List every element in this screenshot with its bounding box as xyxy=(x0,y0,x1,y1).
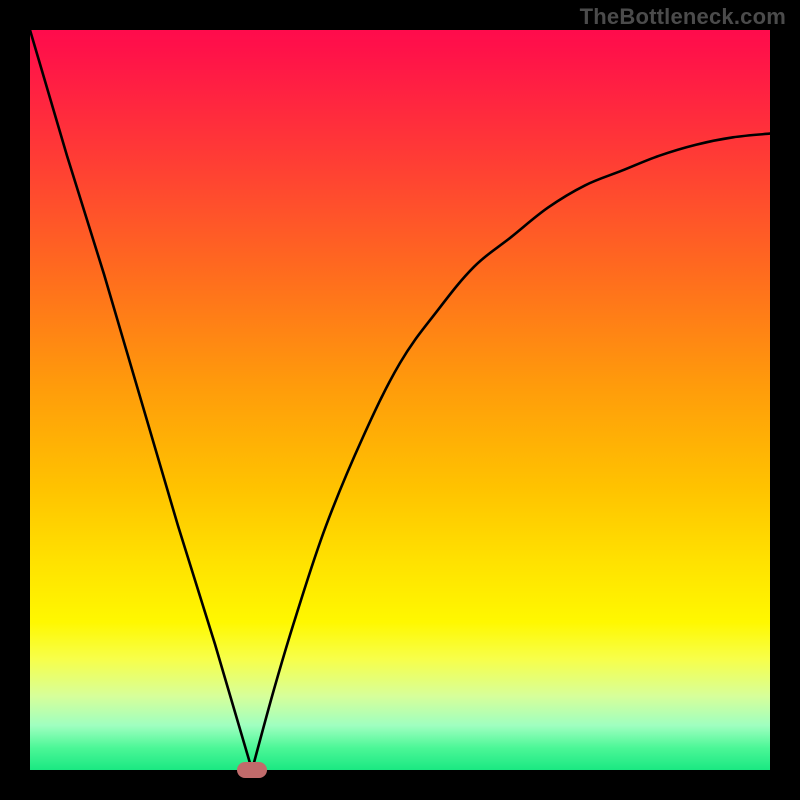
curve-left-branch xyxy=(30,30,252,770)
chart-frame: TheBottleneck.com xyxy=(0,0,800,800)
attribution-label: TheBottleneck.com xyxy=(580,4,786,30)
curve-layer xyxy=(30,30,770,770)
curve-right-branch xyxy=(252,134,770,770)
plot-area xyxy=(30,30,770,770)
bottleneck-marker xyxy=(237,762,267,778)
